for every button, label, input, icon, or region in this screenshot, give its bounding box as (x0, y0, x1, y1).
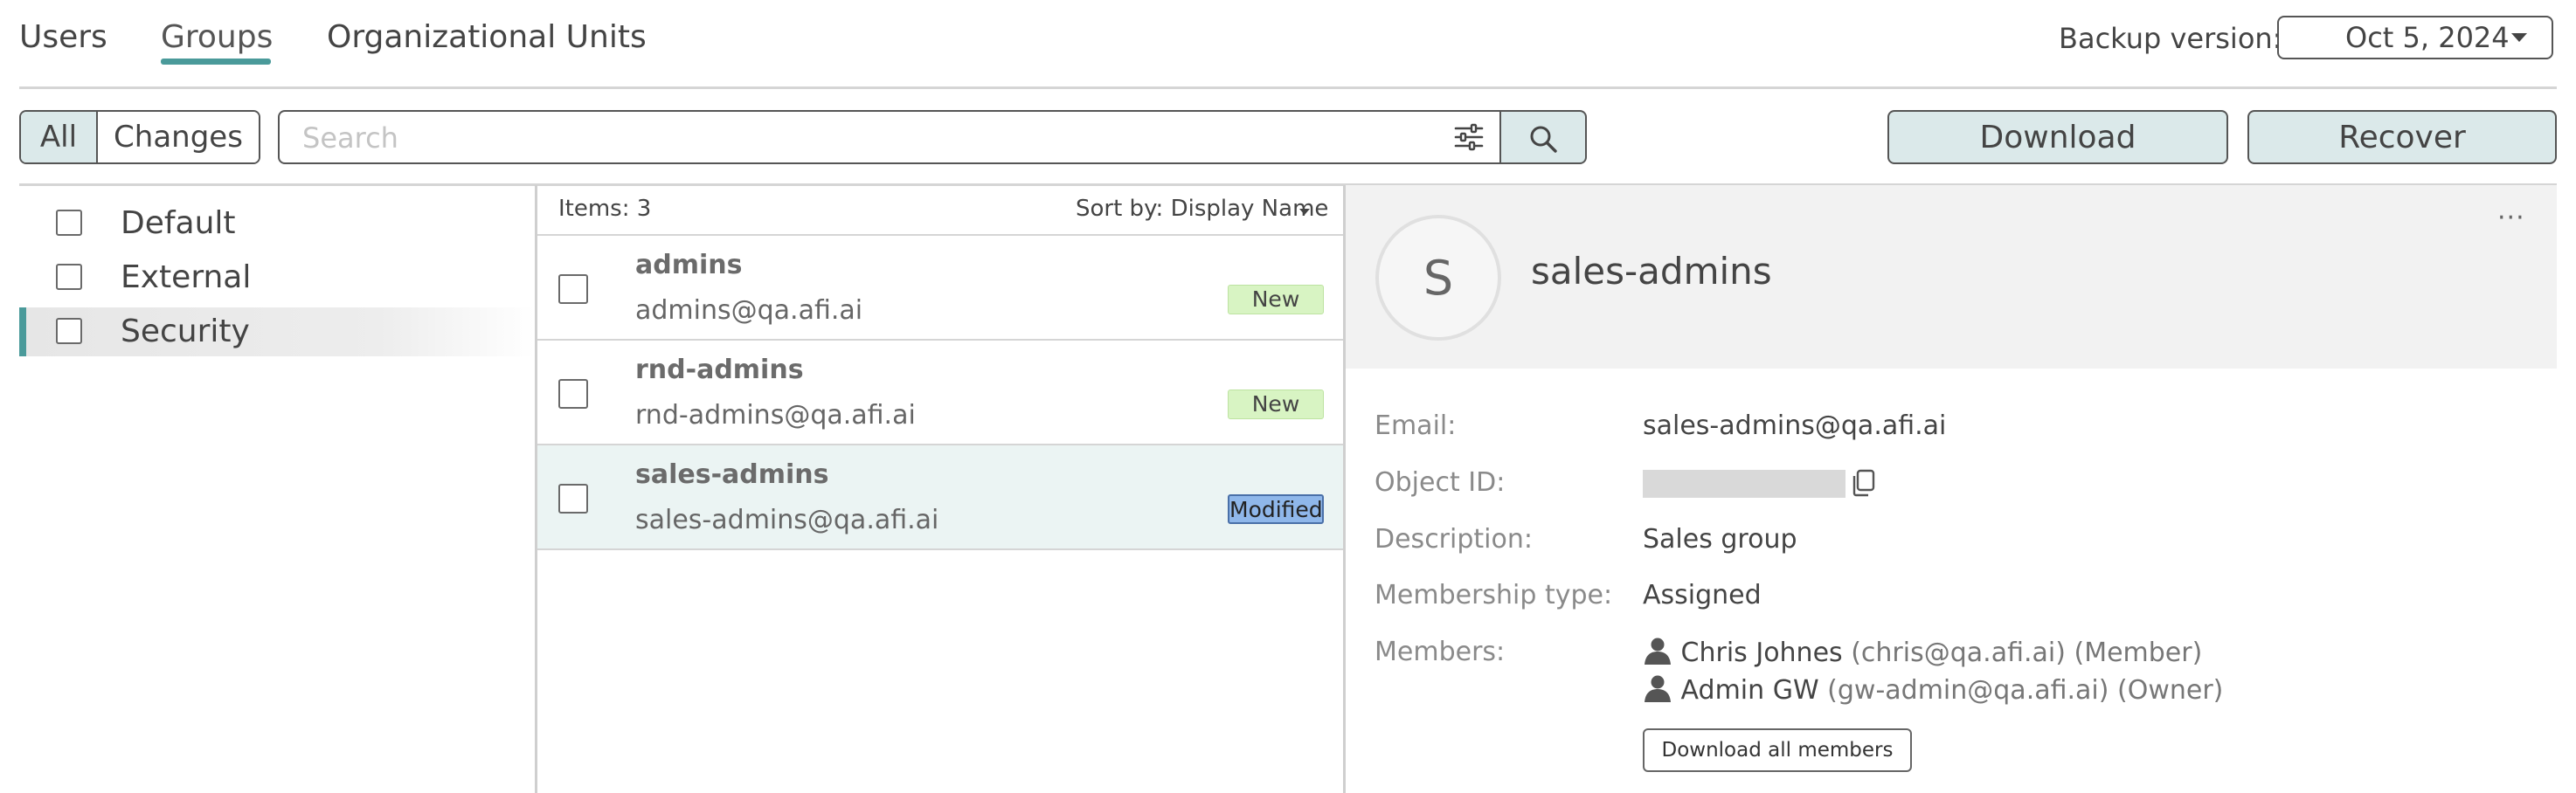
status-badge: Modified (1228, 494, 1324, 524)
object-id-redacted (1643, 470, 1845, 498)
items-count: Items: 3 (558, 196, 652, 222)
group-name: admins (635, 250, 743, 280)
description-value: Sales group (1643, 524, 1797, 555)
list-item-selected[interactable]: sales-admins sales-admins@qa.afi.ai Modi… (537, 445, 1343, 550)
list-item[interactable]: rnd-admins rnd-admins@qa.afi.ai New (537, 341, 1343, 445)
copy-icon[interactable] (1851, 469, 1877, 500)
list-item[interactable]: admins admins@qa.afi.ai New (537, 236, 1343, 341)
chevron-down-icon (2511, 33, 2527, 42)
status-badge: New (1228, 390, 1324, 419)
group-name: rnd-admins (635, 355, 804, 385)
tab-groups[interactable]: Groups (161, 16, 273, 65)
detail-title: sales-admins (1531, 250, 1772, 293)
member-name: Admin GW (1680, 675, 1819, 706)
row-checkbox[interactable] (558, 274, 588, 304)
tree-item-label: Default (121, 205, 236, 241)
search-button[interactable] (1501, 110, 1587, 164)
user-icon (1645, 675, 1671, 702)
filter-settings-icon[interactable] (1454, 122, 1484, 155)
members-label: Members: (1375, 637, 1506, 667)
download-all-members-button[interactable]: Download all members (1643, 728, 1912, 772)
filter-toggle: All Changes (19, 110, 260, 164)
tree-item-label: External (121, 259, 252, 295)
member-role: (Member) (2074, 638, 2203, 668)
more-options-icon[interactable]: ··· (2497, 203, 2525, 233)
group-email: rnd-admins@qa.afi.ai (635, 400, 916, 431)
header-divider (19, 86, 2557, 89)
group-name: sales-admins (635, 459, 829, 490)
search-icon (1527, 123, 1559, 158)
tree-checkbox[interactable] (56, 318, 82, 344)
avatar: S (1375, 215, 1501, 341)
member-role: (Owner) (2117, 675, 2224, 706)
tab-users[interactable]: Users (19, 16, 107, 65)
recover-button[interactable]: Recover (2247, 110, 2557, 164)
email-label: Email: (1375, 410, 1457, 441)
filter-changes-button[interactable]: Changes (98, 112, 259, 162)
tree-item-external[interactable]: External (19, 253, 535, 302)
member-item: Chris Johnes (chris@qa.afi.ai) (Member) (1643, 636, 2202, 668)
row-checkbox[interactable] (558, 484, 588, 514)
member-email: (chris@qa.afi.ai) (1851, 638, 2066, 668)
membership-type-label: Membership type: (1375, 580, 1613, 610)
search-input[interactable] (301, 119, 1353, 157)
description-label: Description: (1375, 524, 1533, 555)
group-email: sales-admins@qa.afi.ai (635, 505, 939, 535)
backup-version-select[interactable]: Oct 5, 2024 (2277, 16, 2553, 59)
member-name: Chris Johnes (1680, 638, 1843, 668)
membership-type-value: Assigned (1643, 580, 1762, 610)
status-badge: New (1228, 285, 1324, 314)
download-button[interactable]: Download (1887, 110, 2228, 164)
email-value: sales-admins@qa.afi.ai (1643, 410, 1947, 441)
user-icon (1645, 638, 1671, 665)
backup-version-value: Oct 5, 2024 (2345, 21, 2510, 54)
backup-version-label: Backup version: (2059, 22, 2282, 55)
detail-header: S sales-admins ··· (1346, 185, 2557, 369)
member-email: (gw-admin@qa.afi.ai) (1827, 675, 2109, 706)
tree-item-default[interactable]: Default (19, 199, 535, 248)
sort-chevron-down-icon[interactable] (1299, 209, 1310, 215)
tab-organizational-units[interactable]: Organizational Units (327, 16, 647, 65)
search-box (278, 110, 1501, 164)
member-item: Admin GW (gw-admin@qa.afi.ai) (Owner) (1643, 673, 2223, 706)
active-tab-indicator (161, 59, 271, 65)
list-header: Items: 3 Sort by: Display Name (537, 185, 1343, 236)
tree-item-security[interactable]: Security (19, 307, 535, 356)
tree-item-label: Security (121, 314, 250, 349)
tree-checkbox[interactable] (56, 210, 82, 236)
object-id-label: Object ID: (1375, 467, 1506, 498)
group-email: admins@qa.afi.ai (635, 295, 863, 326)
selected-indicator (19, 307, 26, 356)
row-checkbox[interactable] (558, 379, 588, 409)
tree-checkbox[interactable] (56, 264, 82, 290)
filter-all-button[interactable]: All (21, 112, 98, 162)
sort-dropdown[interactable]: Sort by: Display Name (1076, 196, 1328, 222)
